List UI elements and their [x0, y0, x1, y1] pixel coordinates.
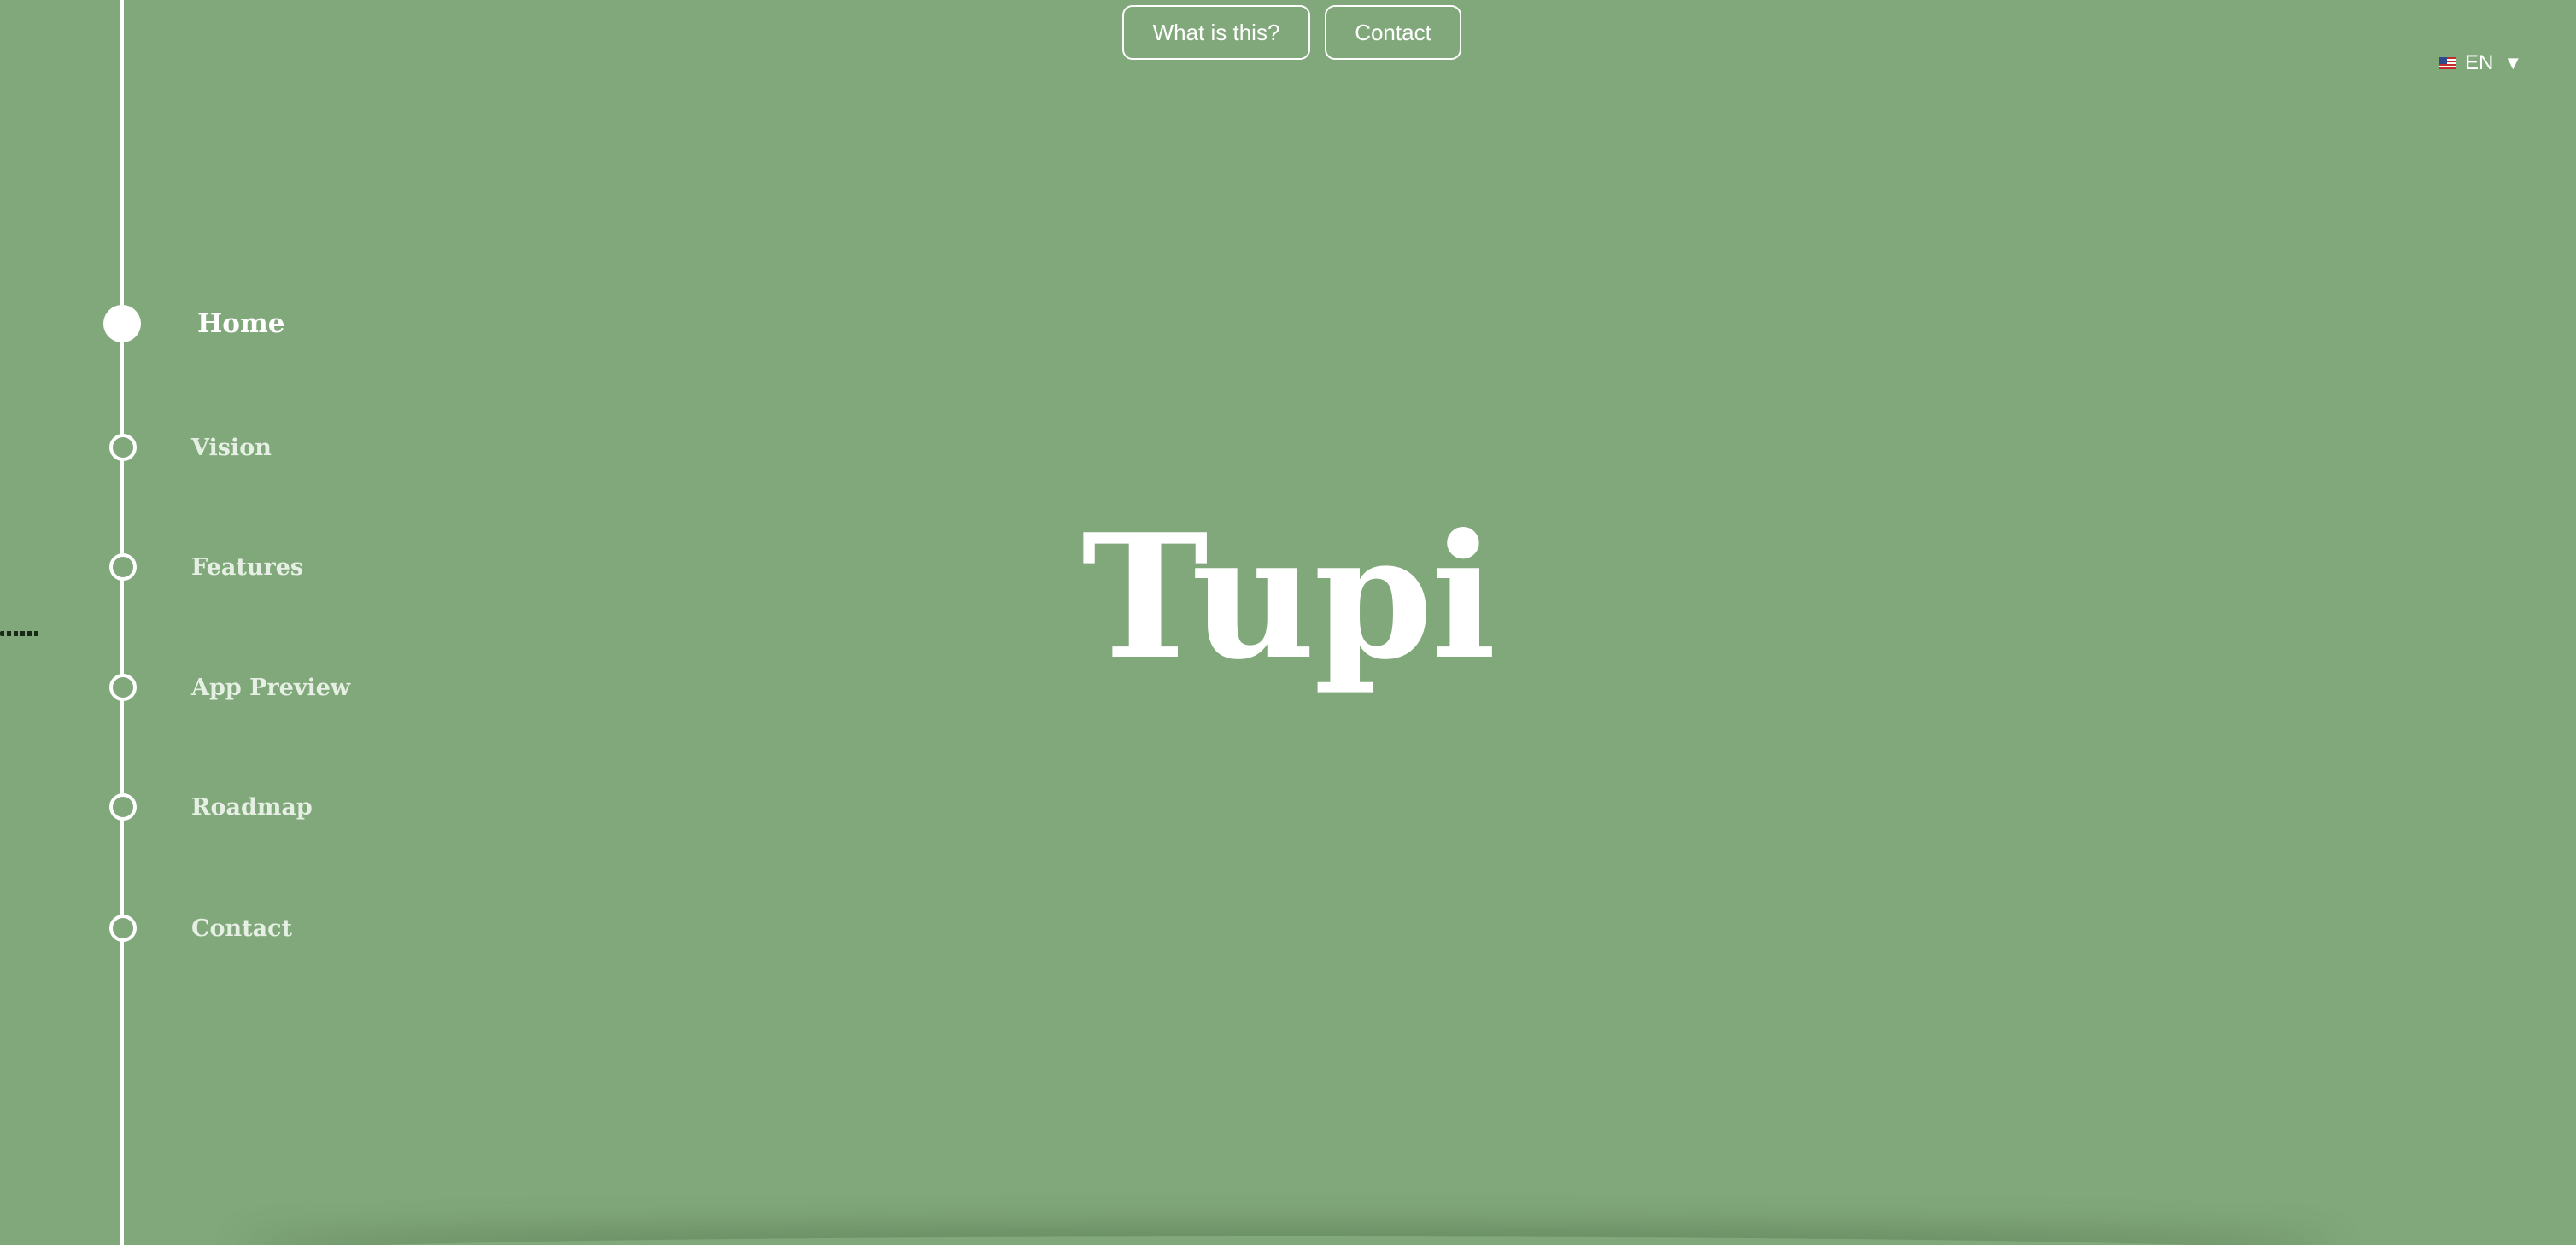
section-shadow	[239, 1236, 2337, 1245]
chevron-down-icon: ▼	[2503, 52, 2523, 73]
language-label: EN	[2465, 51, 2494, 74]
sidebar-item-label: Contact	[191, 915, 293, 942]
timeline-dot-active	[103, 305, 141, 342]
hero-title: Tupi	[1081, 497, 1496, 698]
us-flag-icon	[2439, 57, 2456, 69]
page: Home Vision Features App Preview Roadmap…	[0, 0, 2576, 1245]
timeline-dot	[109, 434, 137, 461]
sidebar-item-label: Roadmap	[191, 793, 313, 821]
timeline-dot	[109, 793, 137, 821]
language-selector[interactable]: EN ▼	[2439, 51, 2522, 75]
contact-button[interactable]: Contact	[1325, 5, 1461, 60]
timeline-dot	[109, 915, 137, 942]
sidebar-item-label: Home	[197, 308, 285, 339]
edge-handle[interactable]	[0, 631, 41, 636]
what-is-this-button[interactable]: What is this?	[1122, 5, 1310, 60]
sidebar-item-label: Vision	[191, 434, 272, 461]
